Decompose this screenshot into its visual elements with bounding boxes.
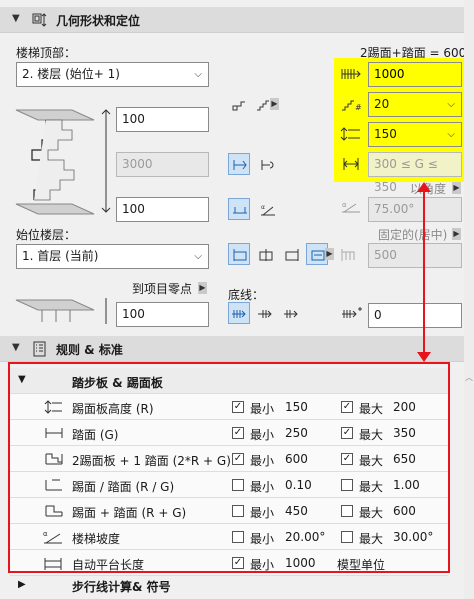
rules-section-header[interactable]: ▼ 规则 & 标准 bbox=[0, 336, 464, 362]
collapse-triangle-icon[interactable]: ▼ bbox=[12, 13, 20, 24]
going-range-field: 300 ≤ G ≤ 350 bbox=[368, 152, 462, 194]
scroll-up-icon[interactable]: ︿ bbox=[465, 372, 473, 383]
fixed-arrow-icon[interactable]: ▶ bbox=[452, 228, 461, 240]
chevron-down-icon: ⌵ bbox=[447, 129, 455, 140]
going-icon bbox=[343, 158, 359, 170]
base-story-label: 始位楼层： bbox=[16, 228, 77, 242]
annotation-double-arrow bbox=[417, 182, 431, 362]
top-connection-alt-icon bbox=[261, 160, 274, 170]
fixed-label: 固定的(居中) bbox=[378, 228, 448, 242]
baseline-center-icon bbox=[258, 310, 272, 318]
flight-align-button-5[interactable] bbox=[336, 243, 358, 265]
chevron-down-icon: ⌵ bbox=[447, 99, 455, 110]
stair-top-label: 楼梯顶部： bbox=[16, 46, 77, 60]
stair-top-dropdown[interactable]: 2. 楼层 (始位+ 1) ⌵ bbox=[16, 62, 209, 87]
riser-height-dropdown[interactable]: 150 ⌵ bbox=[368, 122, 462, 147]
stair-height-input[interactable]: 3000 bbox=[116, 152, 209, 177]
riser-count-value: 20 bbox=[374, 97, 390, 111]
baseline-button-2[interactable] bbox=[254, 302, 276, 324]
baseline-right-icon bbox=[284, 310, 298, 318]
baseline-left-icon bbox=[232, 310, 246, 318]
walkline-group-title: 步行线计算& 符号 bbox=[72, 580, 171, 594]
top-connection-icon bbox=[233, 160, 247, 170]
stair-section-diagram bbox=[15, 109, 111, 215]
tread-mode-button-2[interactable]: α bbox=[256, 198, 278, 220]
geometry-section-title: 几何形状和定位 bbox=[56, 14, 141, 28]
ref-point-label: 到项目零点 bbox=[132, 282, 193, 296]
collapse-triangle-icon[interactable]: ▼ bbox=[12, 342, 20, 353]
base-story-value: 1. 首层 (当前) bbox=[22, 249, 99, 263]
top-connection-button-1[interactable] bbox=[228, 153, 250, 175]
top-offset-input[interactable]: 100 bbox=[116, 107, 209, 132]
chevron-down-icon: ⌵ bbox=[194, 251, 202, 262]
riser-height-value: 150 bbox=[374, 127, 397, 141]
baseline-offset-icon-box bbox=[338, 302, 362, 324]
svg-text:#: # bbox=[355, 103, 362, 112]
baseline-button-1[interactable] bbox=[228, 302, 250, 324]
flight-length-input[interactable]: 1000 bbox=[368, 62, 462, 87]
bottom-offset-input[interactable]: 100 bbox=[116, 197, 209, 222]
baseline-button-3[interactable] bbox=[280, 302, 302, 324]
flight-align-button-1[interactable] bbox=[228, 243, 250, 265]
baseline-label: 底线： bbox=[228, 288, 265, 302]
by-angle-arrow-icon[interactable]: ▶ bbox=[452, 182, 461, 194]
align-left-icon bbox=[233, 249, 247, 261]
grid-align-icon bbox=[341, 249, 355, 261]
tread-angle-icon: α bbox=[261, 204, 275, 216]
stair-type-button-1[interactable] bbox=[228, 93, 250, 115]
align-right-icon bbox=[285, 249, 299, 261]
riser-height-icon bbox=[340, 127, 360, 141]
ref-point-arrow-icon[interactable]: ▶ bbox=[198, 282, 207, 294]
walkline-group-header[interactable]: ▶ 步行线计算& 符号 bbox=[10, 575, 448, 597]
stair-straight-icon bbox=[232, 101, 245, 111]
align-center-icon bbox=[259, 249, 273, 261]
angle-icon: α bbox=[342, 201, 360, 213]
base-story-dropdown[interactable]: 1. 首层 (当前) ⌵ bbox=[16, 244, 209, 269]
tread-flat-icon bbox=[233, 207, 247, 214]
rules-section-title: 规则 & 标准 bbox=[56, 343, 123, 357]
rules-icon bbox=[33, 341, 46, 357]
geometry-section-header[interactable]: ▼ 几何形状和定位 bbox=[0, 7, 464, 33]
flight-length-icon bbox=[341, 69, 361, 79]
scrollbar[interactable]: ︿ bbox=[464, 0, 474, 599]
annotation-red-box bbox=[8, 362, 450, 573]
tread-mode-button-1[interactable] bbox=[228, 198, 250, 220]
riser-count-icon: # bbox=[342, 100, 362, 112]
stair-top-value: 2. 楼层 (始位+ 1) bbox=[22, 67, 120, 81]
svg-text:α: α bbox=[342, 201, 347, 209]
chevron-down-icon: ⌵ bbox=[194, 69, 202, 80]
expand-triangle-icon[interactable]: ▶ bbox=[18, 579, 26, 590]
top-connection-button-2[interactable] bbox=[256, 153, 278, 175]
stair-type-arrow-icon[interactable]: ▶ bbox=[270, 98, 279, 110]
reference-level-diagram bbox=[15, 298, 107, 324]
riser-count-dropdown[interactable]: 20 ⌵ bbox=[368, 92, 462, 117]
flight-align-button-2[interactable] bbox=[254, 243, 276, 265]
geometry-icon bbox=[32, 13, 47, 27]
project-zero-offset-input[interactable]: 100 bbox=[116, 302, 209, 327]
align-arrow-icon[interactable]: ▶ bbox=[325, 248, 334, 260]
flight-align-button-3[interactable] bbox=[280, 243, 302, 265]
svg-text:α: α bbox=[261, 204, 265, 211]
baseline-offset-icon bbox=[342, 307, 362, 318]
